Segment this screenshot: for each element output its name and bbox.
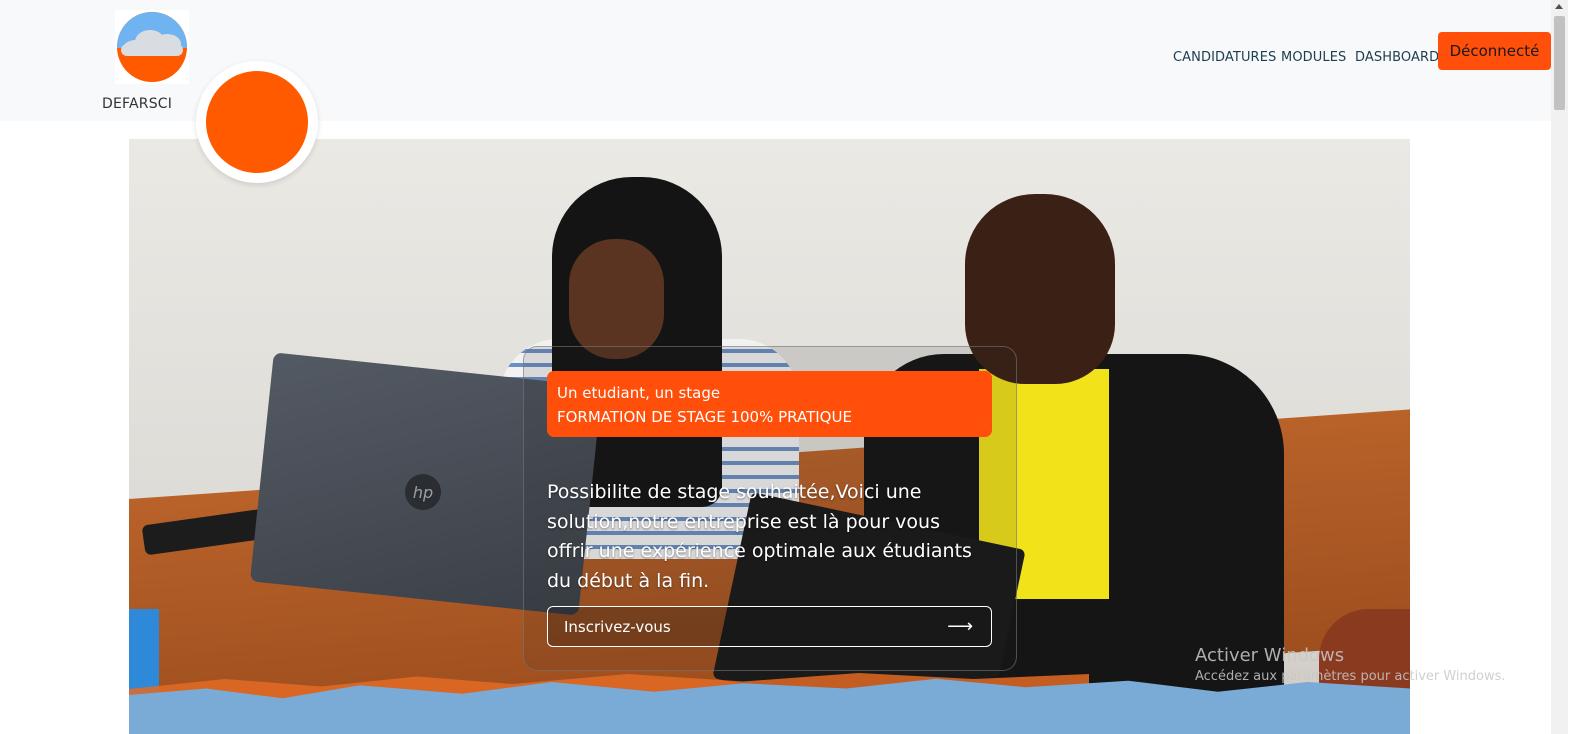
nav-link-dashboard[interactable]: DASHBOARD bbox=[1355, 50, 1439, 65]
brand-logo[interactable] bbox=[115, 10, 189, 84]
brand-name: DEFARSCI bbox=[102, 96, 173, 112]
tagline-subtitle: Un etudiant, un stage bbox=[557, 384, 721, 402]
nav-link-modules[interactable]: MODULES bbox=[1281, 50, 1346, 65]
windows-activation-subtitle: Accédez aux paramètres pour activer Wind… bbox=[1195, 669, 1506, 684]
cloud-logo-icon bbox=[117, 12, 187, 82]
decorative-circle bbox=[196, 61, 318, 183]
logout-button[interactable]: Déconnecté bbox=[1438, 32, 1551, 70]
hero-description: Possibilite de stage souhaitée,Voici une… bbox=[547, 481, 972, 592]
hero-tagline-badge: Un etudiant, un stage FORMATION DE STAGE… bbox=[547, 371, 992, 437]
windows-activation-title: Activer Windows bbox=[1195, 645, 1345, 666]
scrollbar-thumb[interactable] bbox=[1554, 16, 1565, 110]
signup-button[interactable]: Inscrivez-vous ⟶ bbox=[547, 606, 992, 647]
arrow-right-icon: ⟶ bbox=[947, 616, 973, 637]
scroll-up-arrow-icon[interactable] bbox=[1555, 4, 1563, 9]
signup-button-label: Inscrivez-vous bbox=[564, 617, 671, 636]
page-scrollbar[interactable] bbox=[1551, 0, 1568, 734]
hp-logo-icon: hp bbox=[405, 474, 441, 510]
tagline-title: FORMATION DE STAGE 100% PRATIQUE bbox=[557, 408, 852, 426]
nav-link-candidatures[interactable]: CANDIDATURES bbox=[1173, 50, 1276, 65]
